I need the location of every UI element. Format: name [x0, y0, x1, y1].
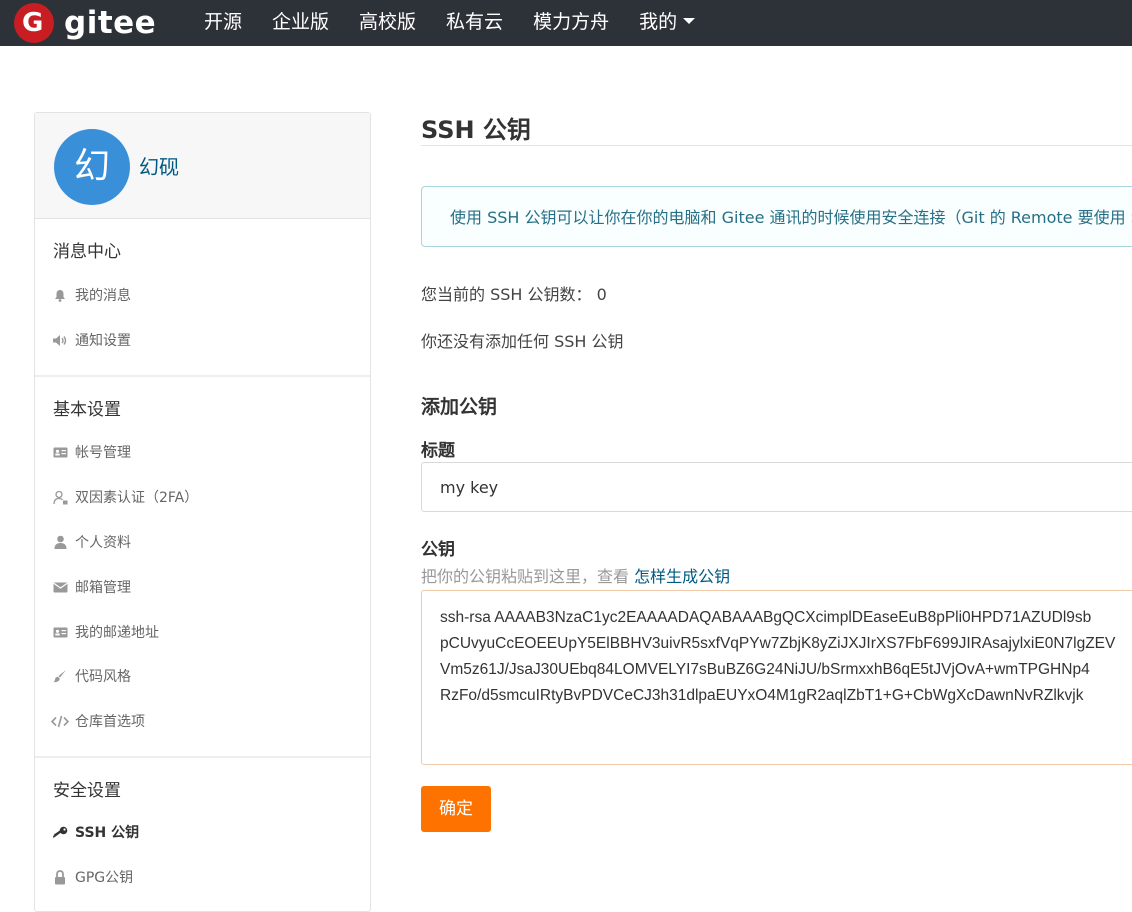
- sidebar-item-email[interactable]: 邮箱管理: [51, 577, 131, 597]
- caret-down-icon: [683, 18, 696, 24]
- section-title-basic: 基本设置: [53, 400, 121, 420]
- submit-button[interactable]: 确定: [421, 786, 491, 832]
- avatar[interactable]: 幻: [54, 129, 130, 205]
- sidebar-item-label: 我的邮递地址: [75, 625, 159, 641]
- add-key-heading: 添加公钥: [421, 396, 498, 418]
- gitee-logo[interactable]: G gitee: [14, 3, 157, 43]
- sidebar-item-label: 通知设置: [75, 333, 131, 349]
- envelope-icon: [51, 578, 69, 596]
- sidebar-item-2fa[interactable]: 双因素认证（2FA）: [51, 487, 198, 507]
- page-title: SSH 公钥: [421, 116, 531, 144]
- top-navbar: G gitee 开源 企业版 高校版 私有云 模力方舟 我的: [0, 0, 1132, 46]
- gitee-logo-icon: G: [14, 3, 54, 43]
- nav-education[interactable]: 高校版: [359, 7, 416, 34]
- nav-mine-label: 我的: [639, 10, 678, 33]
- nav-mine-dropdown[interactable]: 我的: [639, 7, 696, 34]
- key-text-line: pCUvyuCcEOEEUpY5ElBBHV3uivR5sxfVqPYw7Zbj…: [440, 635, 1116, 652]
- nav-open-source[interactable]: 开源: [204, 7, 242, 34]
- lock-icon: [51, 868, 69, 886]
- sidebar-item-repo-preferences[interactable]: 仓库首选项: [51, 711, 145, 731]
- bell-icon: [51, 286, 69, 304]
- section-divider: [35, 756, 370, 758]
- sidebar-item-ssh-keys[interactable]: SSH 公钥: [51, 822, 139, 842]
- key-text-line: ssh-rsa AAAAB3NzaC1yc2EAAAADAQABAAABgQCX…: [440, 609, 1092, 626]
- key-count-text: 您当前的 SSH 公钥数： 0: [421, 285, 607, 304]
- sidebar-item-label: 帐号管理: [75, 445, 131, 461]
- brush-icon: [51, 667, 69, 685]
- key-hint: 把你的公钥粘贴到这里，查看 怎样生成公钥: [421, 563, 730, 587]
- sidebar-item-label: 我的消息: [75, 288, 131, 304]
- nav-enterprise[interactable]: 企业版: [272, 7, 329, 34]
- user-icon: [51, 533, 69, 551]
- user-profile-block: 幻 幻砚: [35, 113, 370, 219]
- sidebar-item-label: 代码风格: [75, 669, 131, 685]
- public-key-textarea[interactable]: ssh-rsa AAAAB3NzaC1yc2EAAAADAQABAAABgQCX…: [421, 590, 1132, 765]
- sidebar-item-profile[interactable]: 个人资料: [51, 532, 131, 552]
- sidebar-item-gpg-keys[interactable]: GPG公钥: [51, 867, 133, 887]
- key-text-line: Vm5z61J/JsaJ30UEbq84LOMVELYI7sBuBZ6G24Ni…: [440, 661, 1090, 678]
- key-text-line: RzFo/d5smcuIRtyBvPDVCeCJ3h31dlpaEUYxO4M1…: [440, 687, 1084, 704]
- key-title-input[interactable]: my key: [421, 462, 1132, 512]
- sidebar-item-address[interactable]: 我的邮递地址: [51, 622, 159, 642]
- main-nav: 开源 企业版 高校版 私有云 模力方舟 我的: [204, 0, 725, 40]
- title-divider: [421, 145, 1132, 146]
- nav-moli[interactable]: 模力方舟: [533, 7, 609, 34]
- empty-state-text: 你还没有添加任何 SSH 公钥: [421, 332, 624, 351]
- address-card-icon: [51, 623, 69, 641]
- section-divider: [35, 375, 370, 377]
- username-link[interactable]: 幻砚: [139, 151, 179, 180]
- id-card-icon: [51, 443, 69, 461]
- nav-private-cloud[interactable]: 私有云: [446, 7, 503, 34]
- sidebar-item-code-style[interactable]: 代码风格: [51, 666, 131, 686]
- user-lock-icon: [51, 488, 69, 506]
- sidebar-item-notification-settings[interactable]: 通知设置: [51, 330, 131, 350]
- sidebar-item-label: GPG公钥: [75, 870, 134, 886]
- info-message: 使用 SSH 公钥可以让你在你的电脑和 Gitee 通讯的时候使用安全连接（Gi…: [421, 186, 1132, 247]
- section-title-messages: 消息中心: [53, 242, 121, 262]
- logo-letter: G: [22, 8, 44, 38]
- code-icon: [51, 712, 69, 730]
- sidebar-item-label: 邮箱管理: [75, 580, 131, 596]
- how-to-generate-key-link[interactable]: 怎样生成公钥: [634, 567, 730, 586]
- section-title-security: 安全设置: [53, 781, 121, 801]
- key-icon: [51, 823, 69, 841]
- sidebar-item-label: 个人资料: [75, 535, 131, 551]
- title-field-label: 标题: [421, 441, 455, 461]
- sidebar-item-account[interactable]: 帐号管理: [51, 442, 131, 462]
- logo-text: gitee: [64, 5, 157, 41]
- speaker-icon: [51, 331, 69, 349]
- sidebar-item-label: 仓库首选项: [75, 714, 145, 730]
- sidebar-item-my-messages[interactable]: 我的消息: [51, 285, 131, 305]
- key-hint-text: 把你的公钥粘贴到这里，查看: [421, 567, 635, 586]
- settings-sidebar: 幻 幻砚 消息中心 我的消息 通知设置 基本设置 帐号管理 双因素认证（2FA）…: [34, 112, 371, 912]
- key-field-label: 公钥: [421, 540, 455, 560]
- sidebar-item-label: SSH 公钥: [75, 825, 140, 841]
- sidebar-item-label: 双因素认证（2FA）: [75, 490, 199, 506]
